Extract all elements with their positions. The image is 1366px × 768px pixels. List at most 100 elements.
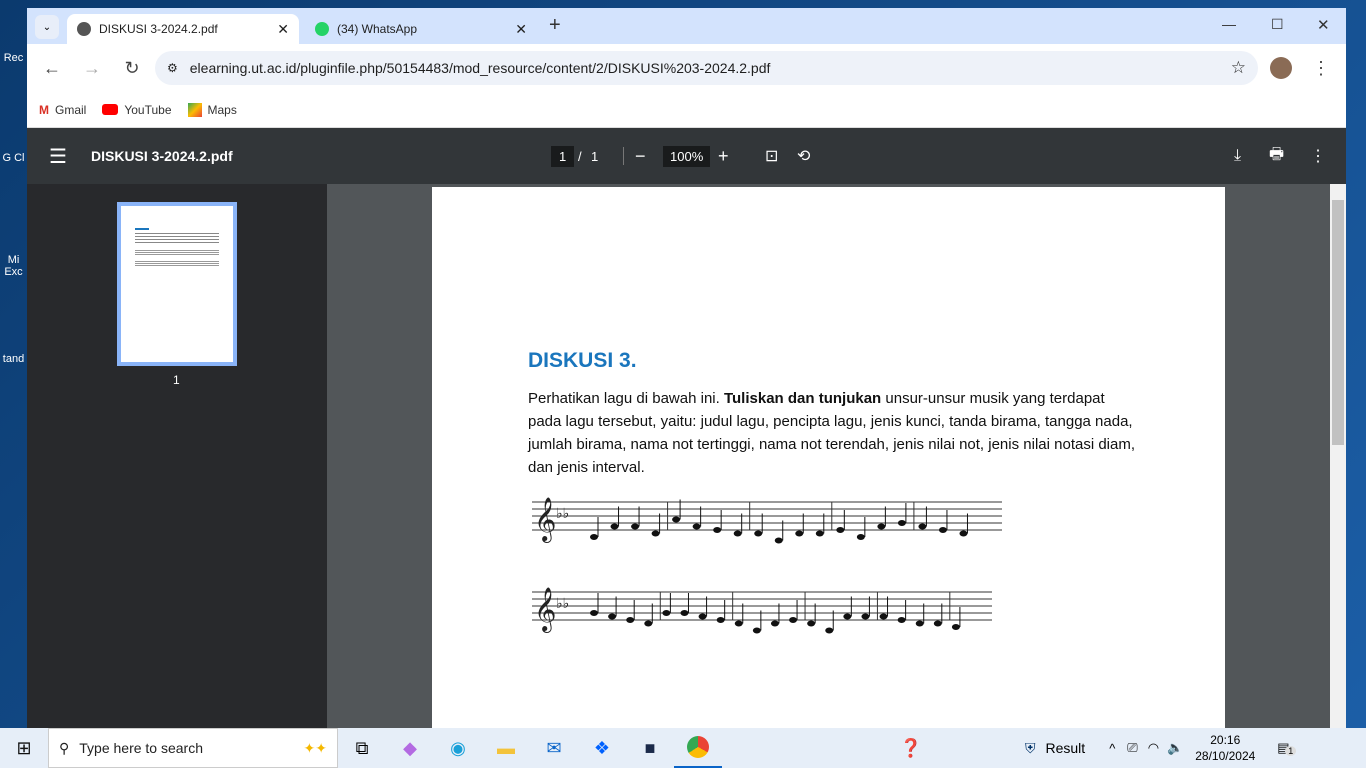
note-head [716, 617, 725, 623]
forward-button[interactable]: → [75, 51, 109, 85]
search-box[interactable]: ⚲ Type here to search ✦✦ [48, 728, 338, 768]
note-head [692, 523, 701, 530]
zoom-in-button[interactable]: + [718, 146, 729, 167]
zoom-input[interactable]: 100% [663, 145, 711, 167]
desktop-icon-recycle[interactable]: Rec [0, 52, 27, 64]
download-icon[interactable]: ⤓ [1234, 147, 1241, 165]
desktop-icon-chrome[interactable]: G Cl [0, 152, 27, 164]
tab-title: DISKUSI 3-2024.2.pdf [99, 22, 218, 36]
print-icon[interactable]: 🖶 [1269, 143, 1284, 170]
note-head [879, 613, 888, 620]
pdf-page: DISKUSI 3. Perhatikan lagu di bawah ini.… [432, 187, 1225, 728]
edge-icon[interactable]: ◉ [434, 728, 482, 768]
scrollbar-thumb[interactable] [1332, 200, 1344, 445]
note-head [644, 620, 653, 627]
bookmark-youtube[interactable]: YouTube [102, 103, 172, 117]
reload-button[interactable]: ↻ [115, 51, 149, 85]
tray-chevron-icon[interactable]: ^ [1109, 741, 1115, 756]
music-score: 𝄞 ♭♭𝄞 ♭♭ [532, 498, 1002, 634]
note-head [752, 627, 761, 634]
menu-kebab-icon[interactable]: ⋮ [1304, 51, 1338, 85]
page-total: 1 [591, 148, 599, 164]
note-head [915, 620, 924, 627]
tab-search-button[interactable]: ⌄ [35, 15, 59, 39]
bookmarks-bar: M Gmail YouTube Maps [27, 92, 1346, 128]
pdf-viewer: DISKUSI 3. Perhatikan lagu di bawah ini.… [327, 184, 1346, 728]
document-paragraph: Perhatikan lagu di bawah ini. Tuliskan d… [528, 390, 1136, 476]
note-head [774, 537, 783, 544]
more-options-icon[interactable]: ⋮ [1310, 146, 1326, 166]
weather-widget[interactable]: ⛨ Result [1025, 740, 1085, 757]
note-head [795, 530, 804, 537]
tab-pdf[interactable]: DISKUSI 3-2024.2.pdf ✕ [67, 14, 299, 44]
note-head [754, 530, 763, 537]
divider [623, 147, 624, 165]
tab-title: (34) WhatsApp [337, 22, 418, 36]
note-head [590, 610, 598, 616]
volume-icon[interactable]: 🔈 [1167, 740, 1183, 756]
note-head [733, 530, 742, 537]
note-head [631, 523, 640, 530]
tab-strip: ⌄ DISKUSI 3-2024.2.pdf ✕ (34) WhatsApp ✕… [27, 8, 1346, 44]
back-button[interactable]: ← [35, 51, 69, 85]
note-head [815, 530, 824, 537]
wifi-icon[interactable]: ◠ [1148, 740, 1159, 756]
desktop-icon-excel[interactable]: Mi Exc [0, 254, 27, 278]
file-explorer-icon[interactable]: ▬ [482, 728, 530, 768]
new-tab-button[interactable]: + [549, 14, 561, 37]
address-bar[interactable]: ⚙ elearning.ut.ac.id/pluginfile.php/5015… [155, 51, 1258, 85]
taskbar: ⊞ ⚲ Type here to search ✦✦ ⧉ ◆ ◉ ▬ ✉ ❖ ■ ❓… [0, 728, 1366, 768]
note-head [877, 523, 886, 530]
bookmark-star-icon[interactable]: ☆ [1231, 58, 1246, 78]
bookmark-maps[interactable]: Maps [187, 102, 237, 117]
mail-icon[interactable]: ✉ [530, 728, 578, 768]
sidebar-menu-icon[interactable]: ☰ [49, 144, 67, 169]
desktop-icon-file[interactable]: tand [0, 353, 27, 365]
thumbnail-sidebar: 1 [27, 184, 327, 728]
page-number-input[interactable]: 1 [551, 145, 575, 167]
profile-avatar[interactable] [1264, 51, 1298, 85]
site-info-icon[interactable]: ⚙ [167, 61, 178, 75]
maps-icon [187, 102, 202, 117]
camera-icon[interactable]: ⎚ [1127, 740, 1137, 756]
bookmark-gmail[interactable]: M Gmail [39, 103, 86, 117]
dropbox-icon[interactable]: ❖ [578, 728, 626, 768]
note-head [662, 610, 671, 616]
browser-toolbar: ← → ↻ ⚙ elearning.ut.ac.id/pluginfile.ph… [27, 44, 1346, 92]
page-separator: / [578, 148, 582, 164]
globe-icon [77, 22, 91, 36]
note-head [789, 617, 798, 623]
pdf-title: DISKUSI 3-2024.2.pdf [91, 148, 233, 164]
note-head [651, 530, 660, 537]
tab-whatsapp[interactable]: (34) WhatsApp ✕ [305, 14, 537, 44]
scrollbar[interactable] [1330, 184, 1346, 728]
note-head [713, 527, 722, 533]
notification-button[interactable]: ▤ 1 [1277, 740, 1297, 756]
note-head [897, 520, 906, 526]
copilot-icon[interactable]: ◆ [386, 728, 434, 768]
app-icon[interactable]: ■ [626, 728, 674, 768]
clock[interactable]: 20:16 28/10/2024 [1195, 732, 1255, 764]
note-head [836, 527, 845, 533]
note-head [610, 523, 619, 530]
maximize-button[interactable]: ☐ [1271, 16, 1284, 33]
rotate-icon[interactable]: ⟲ [797, 146, 810, 166]
chrome-icon[interactable] [674, 728, 722, 768]
url-text: elearning.ut.ac.id/pluginfile.php/501544… [189, 60, 771, 76]
close-window-button[interactable]: ✕ [1317, 16, 1330, 34]
help-icon[interactable]: ❓ [887, 728, 935, 768]
note-head [680, 610, 689, 616]
note-head [807, 620, 816, 627]
zoom-out-button[interactable]: − [635, 146, 646, 167]
minimize-button[interactable]: — [1222, 16, 1236, 32]
pdf-toolbar: ☰ DISKUSI 3-2024.2.pdf 1 / 1 − 100% + ⊡ … [27, 128, 1346, 184]
key-signature: ♭♭ [556, 595, 569, 611]
task-view-icon[interactable]: ⧉ [338, 728, 386, 768]
note-head [672, 516, 681, 523]
page-thumbnail[interactable] [117, 202, 237, 366]
close-tab-icon[interactable]: ✕ [277, 21, 289, 38]
treble-clef: 𝄞 [534, 588, 556, 633]
fit-page-icon[interactable]: ⊡ [765, 146, 778, 166]
start-button[interactable]: ⊞ [0, 728, 48, 768]
close-tab-icon[interactable]: ✕ [515, 21, 527, 38]
